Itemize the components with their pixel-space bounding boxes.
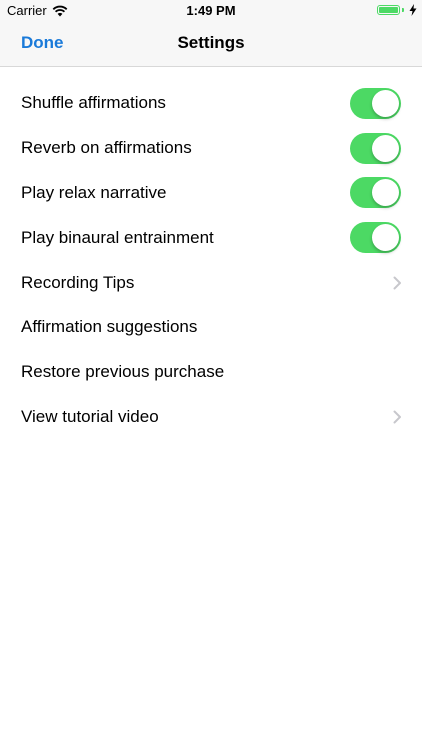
settings-list: Shuffle affirmations Reverb on affirmati… (0, 81, 422, 439)
status-bar: Carrier 1:49 PM (0, 0, 422, 22)
battery-tip (402, 8, 404, 12)
toggle-knob (372, 134, 399, 162)
setting-label: Shuffle affirmations (21, 93, 166, 113)
setting-label: Play relax narrative (21, 182, 167, 202)
shuffle-affirmations-toggle[interactable] (350, 87, 401, 119)
setting-row-affirmation-suggestions[interactable]: Affirmation suggestions (0, 305, 422, 350)
setting-row-shuffle-affirmations: Shuffle affirmations (0, 81, 422, 126)
setting-row-recording-tips[interactable]: Recording Tips (0, 260, 422, 305)
setting-row-reverb-on-affirmations: Reverb on affirmations (0, 126, 422, 171)
page-title: Settings (177, 33, 245, 52)
setting-label: Recording Tips (21, 272, 135, 292)
battery-icon (377, 5, 400, 15)
setting-row-play-binaural-entrainment: Play binaural entrainment (0, 215, 422, 260)
toggle-knob (372, 224, 399, 252)
play-binaural-entrainment-toggle[interactable] (350, 222, 401, 254)
play-relax-narrative-toggle[interactable] (350, 177, 401, 209)
chevron-right-icon (393, 276, 401, 290)
setting-label: Reverb on affirmations (21, 138, 192, 158)
setting-label: Affirmation suggestions (21, 317, 198, 337)
status-time: 1:49 PM (186, 3, 236, 18)
toggle-knob (372, 89, 399, 117)
setting-row-restore-previous-purchase[interactable]: Restore previous purchase (0, 350, 422, 395)
chevron-right-icon (393, 410, 401, 424)
setting-label: Play binaural entrainment (21, 227, 214, 247)
bolt-icon (409, 4, 417, 16)
setting-label: View tutorial video (21, 406, 159, 426)
battery-fill (379, 7, 398, 13)
setting-row-view-tutorial-video[interactable]: View tutorial video (0, 395, 422, 440)
reverb-on-affirmations-toggle[interactable] (350, 132, 401, 164)
toggle-knob (372, 179, 399, 207)
battery-indicator (377, 4, 417, 16)
setting-label: Restore previous purchase (21, 362, 225, 382)
setting-row-play-relax-narrative: Play relax narrative (0, 171, 422, 216)
navigation-bar: Done Settings (0, 22, 422, 67)
